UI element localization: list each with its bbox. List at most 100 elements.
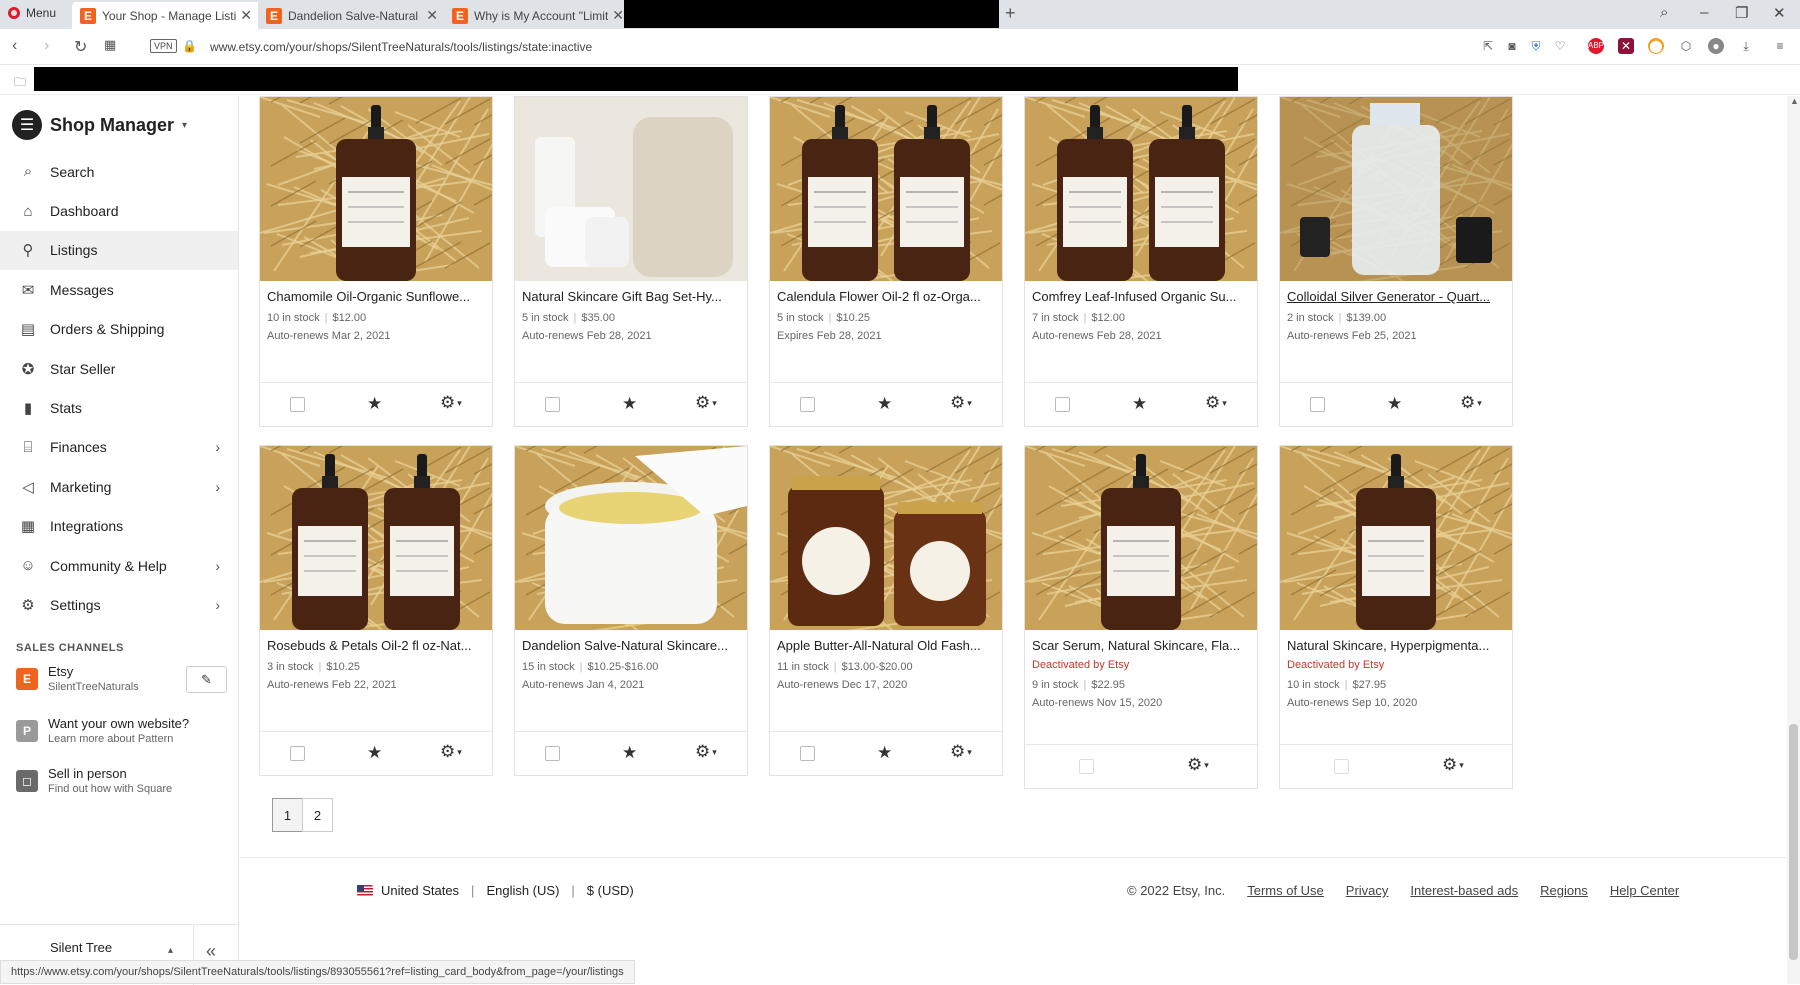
sidebar-item-messages[interactable]: ✉ Messages (0, 270, 238, 309)
listing-photo[interactable] (770, 446, 1002, 630)
listing-photo[interactable] (770, 97, 1002, 281)
listing-photo[interactable] (1280, 97, 1512, 281)
sidebar-item-settings[interactable]: ⚙ Settings › (0, 585, 238, 624)
select-checkbox[interactable] (1055, 397, 1070, 412)
select-checkbox[interactable] (290, 746, 305, 761)
extension-badge-icon[interactable]: ⬤ (1648, 38, 1664, 54)
star-icon[interactable]: ★ (622, 743, 637, 763)
gear-icon[interactable]: ⚙ ▾ (950, 742, 972, 762)
menu-icon[interactable]: ≡ (1772, 38, 1788, 54)
select-checkbox[interactable] (545, 397, 560, 412)
select-checkbox[interactable] (800, 397, 815, 412)
folder-icon[interactable]: 🗀 (14, 73, 26, 94)
tab-manage-listings[interactable]: E Your Shop - Manage Listin ✕ (72, 2, 260, 29)
listing-title[interactable]: Comfrey Leaf-Infused Organic Su... (1032, 289, 1250, 304)
restore-icon[interactable]: ❐ (1735, 4, 1748, 22)
listing-card[interactable]: Calendula Flower Oil-2 fl oz-Orga... 5 i… (769, 96, 1003, 427)
vpn-badge[interactable]: VPN (150, 39, 177, 53)
scroll-up-icon[interactable]: ▲ (1790, 96, 1799, 106)
send-icon[interactable]: ⇱ (1480, 38, 1496, 54)
listing-title[interactable]: Rosebuds & Petals Oil-2 fl oz-Nat... (267, 638, 485, 653)
sidebar-item-search[interactable]: ⌕ Search (0, 152, 238, 191)
star-icon[interactable]: ★ (622, 394, 637, 414)
shield-icon[interactable]: ⛨ (1528, 38, 1544, 54)
adblock-icon[interactable]: ABP (1588, 38, 1604, 54)
listing-card[interactable]: Rosebuds & Petals Oil-2 fl oz-Nat... 3 i… (259, 445, 493, 776)
select-checkbox[interactable] (1334, 759, 1349, 774)
listing-title[interactable]: Apple Butter-All-Natural Old Fash... (777, 638, 995, 653)
page-2-button[interactable]: 2 (302, 798, 333, 832)
lock-icon[interactable]: 🔒 (182, 39, 197, 53)
speed-dial-icon[interactable]: ▦ (104, 37, 116, 53)
sidebar-item-dashboard[interactable]: ⌂ Dashboard (0, 191, 238, 230)
listing-photo[interactable] (1280, 446, 1512, 630)
shop-manager-header[interactable]: ☰ Shop Manager ▾ (12, 110, 187, 140)
gear-icon[interactable]: ⚙ ▾ (950, 393, 972, 413)
channel-pattern[interactable]: P Want your own website? Learn more abou… (16, 716, 189, 745)
sidebar-item-marketing[interactable]: ◁ Marketing › (0, 467, 238, 506)
download-icon[interactable]: ⤓ (1738, 38, 1754, 54)
listing-photo[interactable] (260, 97, 492, 281)
sidebar-item-stats[interactable]: ▮ Stats (0, 388, 238, 427)
listing-card[interactable]: Dandelion Salve-Natural Skincare... 15 i… (514, 445, 748, 776)
gear-icon[interactable]: ⚙ ▾ (1187, 755, 1209, 775)
listing-card[interactable]: Chamomile Oil-Organic Sunflowe... 10 in … (259, 96, 493, 427)
gear-icon[interactable]: ⚙ ▾ (695, 742, 717, 762)
select-checkbox[interactable] (1079, 759, 1094, 774)
close-icon[interactable]: ✕ (612, 7, 624, 24)
listing-photo[interactable] (260, 446, 492, 630)
collapse-sidebar-icon[interactable]: « (206, 941, 216, 962)
listing-title[interactable]: Calendula Flower Oil-2 fl oz-Orga... (777, 289, 995, 304)
tab-dandelion-salve[interactable]: E Dandelion Salve-Natural S ✕ (258, 2, 446, 29)
listing-card[interactable]: Natural Skincare, Hyperpigmenta... Deact… (1279, 445, 1513, 789)
privacy-link[interactable]: Privacy (1346, 883, 1389, 898)
new-tab-icon[interactable]: + (1005, 3, 1016, 24)
locale-settings[interactable]: United States | English (US) | $ (USD) (357, 883, 634, 898)
gear-icon[interactable]: ⚙ ▾ (1460, 393, 1482, 413)
listing-title[interactable]: Dandelion Salve-Natural Skincare... (522, 638, 740, 653)
edit-channel-button[interactable]: ✎ (186, 666, 227, 693)
browser-menu-button[interactable]: Menu (8, 6, 56, 20)
gear-icon[interactable]: ⚙ ▾ (695, 393, 717, 413)
help-center-link[interactable]: Help Center (1610, 883, 1679, 898)
listing-title[interactable]: Scar Serum, Natural Skincare, Fla... (1032, 638, 1250, 653)
channel-etsy[interactable]: E Etsy SilentTreeNaturals (16, 664, 139, 693)
listing-card[interactable]: Scar Serum, Natural Skincare, Fla... Dea… (1024, 445, 1258, 789)
select-checkbox[interactable] (290, 397, 305, 412)
gear-icon[interactable]: ⚙ ▾ (1205, 393, 1227, 413)
terms-link[interactable]: Terms of Use (1247, 883, 1324, 898)
sidebar-item-integrations[interactable]: ▦ Integrations (0, 507, 238, 546)
star-icon[interactable]: ★ (367, 394, 382, 414)
star-icon[interactable]: ★ (877, 394, 892, 414)
listing-card[interactable]: Comfrey Leaf-Infused Organic Su... 7 in … (1024, 96, 1258, 427)
listing-title[interactable]: Natural Skincare Gift Bag Set-Hy... (522, 289, 740, 304)
star-icon[interactable]: ★ (1387, 394, 1402, 414)
tab-account-limited[interactable]: E Why is My Account "Limite ✕ (444, 2, 632, 29)
gear-icon[interactable]: ⚙ ▾ (440, 742, 462, 762)
star-icon[interactable]: ★ (367, 743, 382, 763)
minimize-icon[interactable]: – (1700, 4, 1708, 21)
page-1-button[interactable]: 1 (272, 798, 303, 832)
gear-icon[interactable]: ⚙ ▾ (1442, 755, 1464, 775)
star-icon[interactable]: ★ (1132, 394, 1147, 414)
heart-icon[interactable]: ♡ (1552, 38, 1568, 54)
regions-link[interactable]: Regions (1540, 883, 1588, 898)
sidebar-item-star-seller[interactable]: ✪ Star Seller (0, 349, 238, 388)
sidebar-item-listings[interactable]: ⚲ Listings (0, 230, 238, 271)
listing-card[interactable]: Natural Skincare Gift Bag Set-Hy... 5 in… (514, 96, 748, 427)
listing-photo[interactable] (515, 446, 747, 630)
select-checkbox[interactable] (1310, 397, 1325, 412)
search-tabs-icon[interactable]: ⌕ (1660, 4, 1668, 21)
select-checkbox[interactable] (545, 746, 560, 761)
close-window-icon[interactable]: ✕ (1773, 4, 1786, 22)
close-icon[interactable]: ✕ (426, 7, 438, 24)
forward-icon[interactable]: › (44, 37, 49, 55)
sidebar-item-finances[interactable]: ⌸ Finances › (0, 428, 238, 467)
star-icon[interactable]: ★ (877, 743, 892, 763)
listing-card[interactable]: Apple Butter-All-Natural Old Fash... 11 … (769, 445, 1003, 776)
listing-title[interactable]: Natural Skincare, Hyperpigmenta... (1287, 638, 1505, 653)
extension-icon[interactable]: ✕ (1618, 38, 1634, 54)
reload-icon[interactable]: ↻ (74, 37, 87, 57)
select-checkbox[interactable] (800, 746, 815, 761)
scrollbar-thumb[interactable] (1789, 724, 1798, 960)
